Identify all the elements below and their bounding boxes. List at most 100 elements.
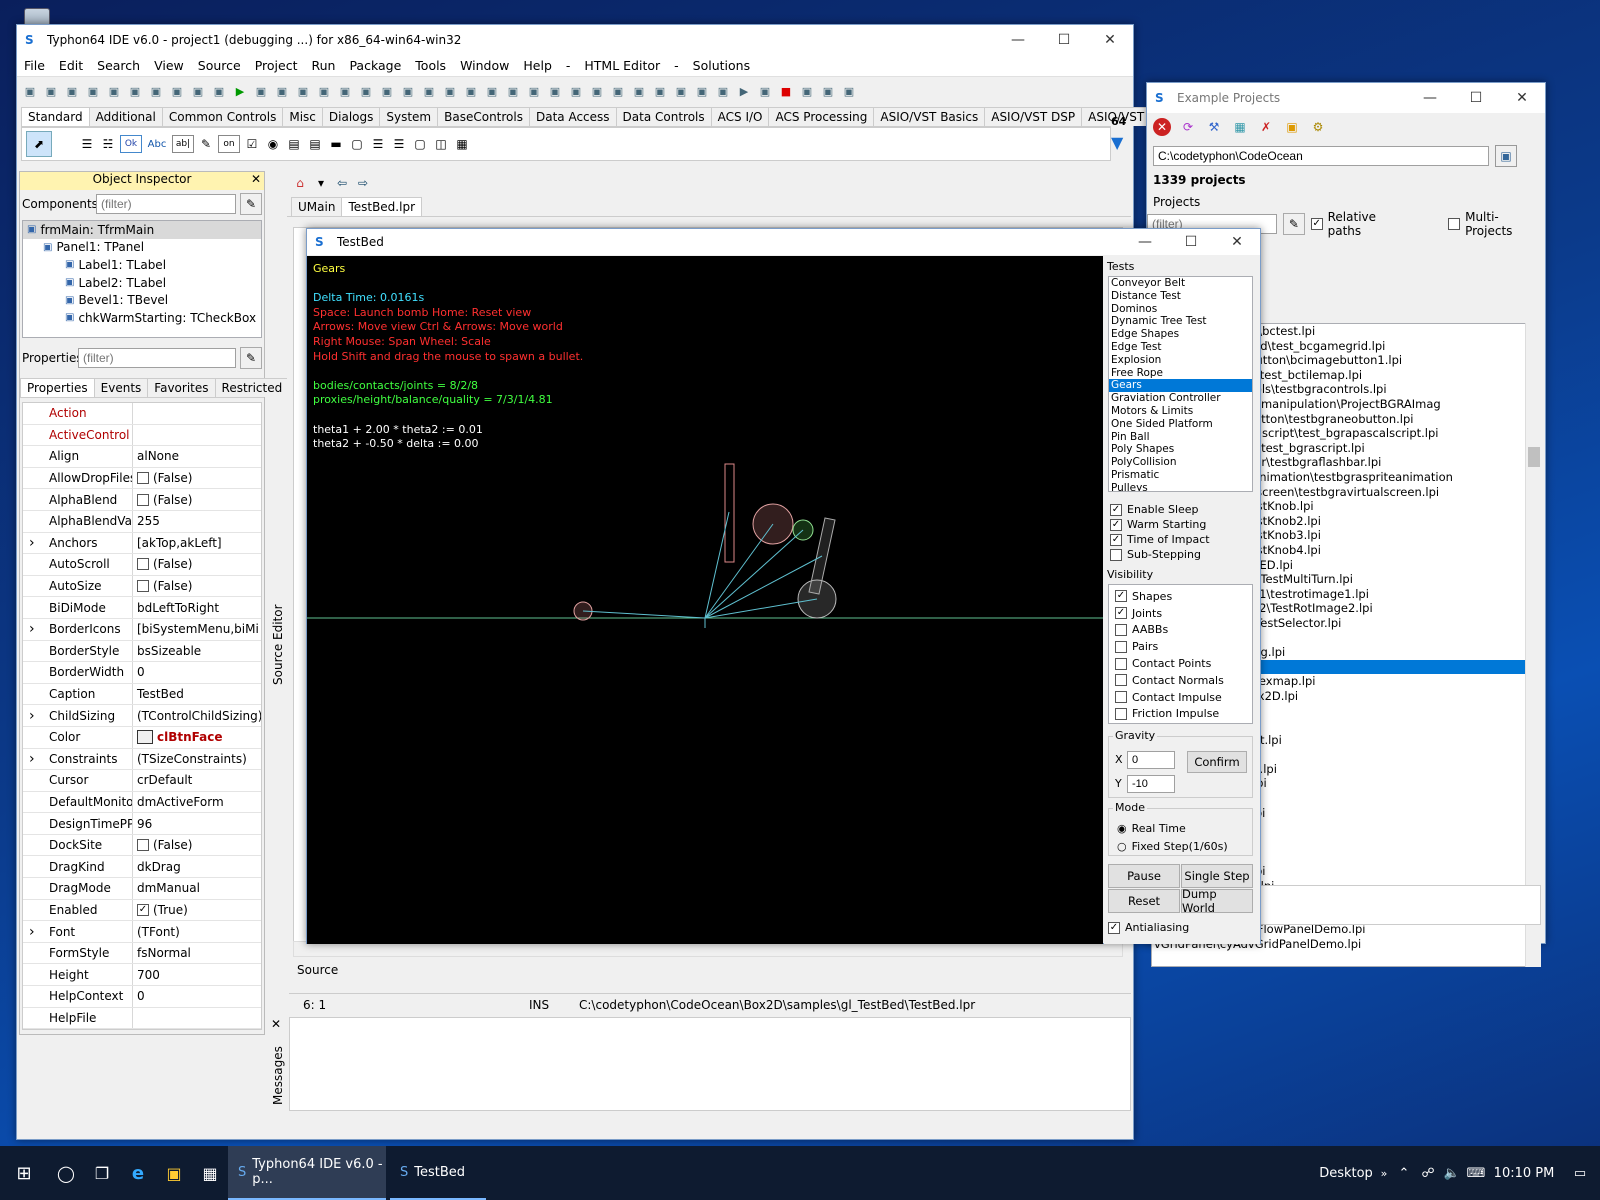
reset-button[interactable]: Reset [1108, 889, 1180, 913]
find-icon[interactable]: ▣ [168, 82, 186, 100]
property-checkbox[interactable]: ✓ [137, 903, 149, 916]
checkbox-icon[interactable]: ☑ [243, 135, 261, 153]
taskbar-ide-button[interactable]: S Typhon64 IDE v6.0 - p... [228, 1146, 386, 1200]
property-row[interactable]: BorderWidth 0 [23, 662, 261, 684]
property-row[interactable]: DragKind dkDrag [23, 856, 261, 879]
palette-tab[interactable]: System [379, 107, 439, 126]
dump-world-button[interactable]: Dump World [1181, 887, 1253, 915]
open-icon[interactable]: ▣ [84, 82, 102, 100]
taskbar-testbed-button[interactable]: S TestBed [390, 1146, 486, 1200]
edit-icon[interactable]: ab| [172, 135, 194, 153]
property-value[interactable]: 255 [133, 514, 261, 528]
inspect-icon[interactable]: ▣ [567, 82, 585, 100]
tree-node[interactable]: ▣ frmMain: TfrmMain [23, 221, 261, 239]
tree-node[interactable]: ▣ Label1: TLabel [23, 256, 261, 274]
visibility-checkbox[interactable]: Contact Points [1115, 655, 1252, 672]
palette-tab[interactable]: Data Controls [615, 107, 712, 126]
save-all-icon[interactable]: ▣ [126, 82, 144, 100]
components-filter-input[interactable] [96, 194, 236, 214]
scrollbar-icon[interactable]: ▬ [327, 135, 345, 153]
test-item[interactable]: Gears [1109, 379, 1252, 393]
menu-item[interactable]: View [147, 58, 191, 73]
back-icon[interactable]: ⇦ [333, 174, 351, 192]
source-tab[interactable]: Source [297, 963, 338, 977]
checkbox-box[interactable] [1115, 674, 1127, 687]
menu-item[interactable]: Run [304, 58, 342, 73]
folder-icon[interactable]: ▣ [1283, 118, 1301, 136]
menu-item[interactable]: Edit [52, 58, 90, 73]
close-icon[interactable]: ▣ [147, 82, 165, 100]
build-icon[interactable]: ▣ [210, 82, 228, 100]
plugin-icon[interactable]: ▣ [714, 82, 732, 100]
palette-tab[interactable]: Common Controls [161, 107, 284, 126]
properties-filter-icon[interactable]: ✎ [240, 347, 262, 369]
help-icon[interactable]: ▣ [651, 82, 669, 100]
visibility-checkbox[interactable]: Center of Masses [1115, 722, 1252, 723]
panel-icon[interactable]: ▢ [411, 135, 429, 153]
desktop-toolbar[interactable]: Desktop [1316, 1146, 1376, 1200]
property-row[interactable]: › ChildSizing (TControlChildSizing) [23, 705, 261, 727]
gear-icon[interactable]: ▣ [693, 82, 711, 100]
checkgroup-icon[interactable]: ☰ [390, 135, 408, 153]
component-tree[interactable]: ▣ frmMain: TfrmMain ▣ Panel1: TPanel ▣ Label1… [22, 220, 262, 338]
compile-icon[interactable]: ▣ [462, 82, 480, 100]
property-checkbox[interactable] [137, 839, 149, 852]
about-icon[interactable]: ▣ [441, 82, 459, 100]
simulation-canvas[interactable]: Gears Delta Time: 0.0161s Space: Launch bo… [307, 256, 1103, 944]
actionlist-icon[interactable]: ▦ [453, 135, 471, 153]
projects-filter-icon[interactable]: ✎ [1283, 213, 1305, 235]
messages-panel[interactable] [289, 1017, 1131, 1111]
examples-maximize-button[interactable]: ☐ [1453, 83, 1499, 113]
test-item[interactable]: Dominos [1109, 303, 1252, 316]
run3-icon[interactable]: ▣ [756, 82, 774, 100]
expand-icon[interactable]: › [29, 535, 35, 551]
palette-tab[interactable]: ASIO/VST DSP [984, 107, 1083, 126]
property-row[interactable]: FormStyle fsNormal [23, 942, 261, 965]
property-row[interactable]: HelpFile [23, 1007, 261, 1029]
inspector-tab[interactable]: Properties [20, 378, 95, 397]
run2-icon[interactable]: ▶ [735, 82, 753, 100]
projects-vscroll[interactable] [1525, 323, 1541, 967]
editor-tab[interactable]: UMain [291, 197, 343, 216]
property-value[interactable]: (False) [133, 493, 261, 507]
tree-node[interactable]: ▣ Panel1: TPanel [23, 239, 261, 257]
refresh-icon[interactable]: ⟳ [1179, 118, 1197, 136]
inspector-tab[interactable]: Favorites [147, 378, 216, 397]
visibility-checkbox[interactable]: Friction Impulse [1115, 706, 1252, 723]
property-row[interactable]: AutoSize (False) [23, 575, 261, 598]
palette-tab[interactable]: Misc [282, 107, 323, 126]
property-value[interactable]: dmActiveForm [133, 795, 261, 809]
palette-tab[interactable]: Standard [21, 107, 90, 126]
property-value[interactable]: (False) [133, 579, 261, 593]
clean-icon[interactable]: ▣ [483, 82, 501, 100]
property-row[interactable]: DefaultMonitor dmActiveForm [23, 791, 261, 814]
options-icon[interactable]: ▣ [420, 82, 438, 100]
new-unit-icon[interactable]: ▣ [42, 82, 60, 100]
listbox-icon[interactable]: ▤ [285, 135, 303, 153]
checkbox-box[interactable] [1115, 691, 1127, 704]
property-value[interactable]: ✓ (True) [133, 903, 261, 917]
property-value[interactable]: 700 [133, 968, 261, 982]
property-row[interactable]: BorderStyle bsSizeable [23, 640, 261, 663]
test-item[interactable]: Prismatic [1109, 469, 1252, 482]
visibility-checkbox[interactable]: ✓ Shapes [1115, 588, 1252, 605]
dropdown-arrow-icon[interactable]: ▾ [312, 174, 330, 192]
checkbox-box[interactable] [1115, 707, 1127, 720]
real-time-radio[interactable]: ◉ Real Time [1117, 821, 1186, 836]
property-row[interactable]: › BorderIcons [biSystemMenu,biMi [23, 618, 261, 641]
menu-item[interactable]: Help [516, 58, 559, 73]
task-view-icon[interactable]: ❐ [84, 1146, 120, 1200]
inspector-close-icon[interactable]: ✕ [251, 172, 261, 186]
button-icon[interactable]: Ok [120, 135, 142, 153]
toggle-form-icon[interactable]: ▣ [357, 82, 375, 100]
stop2-icon[interactable]: ■ [777, 82, 795, 100]
property-value[interactable]: [akTop,akLeft] [133, 536, 261, 550]
antialiasing-checkbox[interactable]: ✓ Antialiasing [1108, 920, 1189, 935]
test-item[interactable]: Explosion [1109, 354, 1252, 367]
visibility-list[interactable]: ✓ Shapes ✓ Joints AABBs Pairs Contact Points Co… [1108, 584, 1253, 724]
expand-icon[interactable]: › [29, 708, 35, 724]
store-icon[interactable]: ▦ [192, 1146, 228, 1200]
test-item[interactable]: Pulleys [1109, 482, 1252, 491]
groupbox-icon[interactable]: ▢ [348, 135, 366, 153]
property-value[interactable]: clBtnFace [133, 730, 261, 745]
